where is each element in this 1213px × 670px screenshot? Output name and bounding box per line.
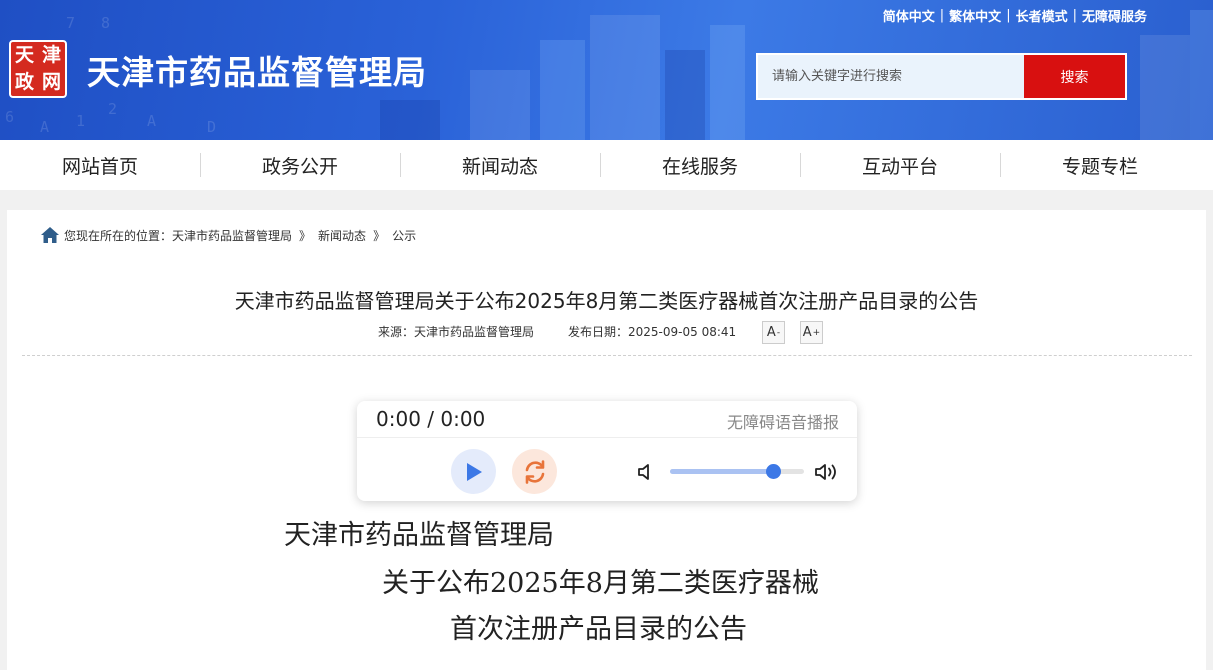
breadcrumb: 您现在所在的位置： 天津市药品监督管理局 》 新闻动态 》 公示 [40, 226, 416, 244]
banner-decoration [590, 15, 660, 140]
breadcrumb-item-news[interactable]: 新闻动态 [318, 227, 366, 244]
banner-decoration [665, 50, 705, 140]
nav-item-government-affairs[interactable]: 政务公开 [200, 140, 400, 190]
banner-decoration [1140, 35, 1190, 140]
logo-char: 政 [14, 71, 34, 93]
nav-item-news[interactable]: 新闻动态 [400, 140, 600, 190]
banner-digit: A [147, 112, 157, 130]
link-traditional-chinese[interactable]: 繁体中文 [949, 6, 1001, 25]
banner-digit: 8 [101, 14, 111, 32]
font-increase-button[interactable]: A + [800, 321, 823, 344]
volume-low-icon[interactable] [636, 462, 654, 482]
banner-decoration [710, 25, 745, 140]
breadcrumb-item-notice[interactable]: 公示 [392, 227, 416, 244]
audio-player: 0:00 / 0:00 无障碍语音播报 [357, 401, 857, 501]
player-title: 无障碍语音播报 [726, 413, 839, 432]
content-panel: 您现在所在的位置： 天津市药品监督管理局 》 新闻动态 》 公示 天津市药品监督… [7, 210, 1206, 670]
logo-char: 天 [14, 44, 34, 66]
banner-digit: A [40, 118, 50, 136]
font-increase-sign: + [812, 327, 821, 338]
search-box: 搜索 [756, 53, 1127, 100]
font-increase-label: A [802, 325, 812, 340]
home-icon [41, 227, 59, 243]
header-banner: 7 8 6 A 1 2 A D 天 津 政 网 天津市药品监督管理局 简体中文 … [0, 0, 1213, 140]
player-divider [357, 437, 857, 438]
play-icon [466, 462, 482, 481]
breadcrumb-separator: 》 [373, 228, 386, 243]
search-button[interactable]: 搜索 [1024, 55, 1125, 98]
banner-decoration [1190, 10, 1213, 140]
banner-digit: 2 [108, 100, 118, 118]
banner-digit: 7 [66, 14, 76, 32]
logo-char: 津 [41, 44, 61, 66]
volume-slider[interactable] [670, 464, 804, 479]
search-input[interactable] [758, 55, 1024, 98]
banner-digit: 6 [5, 108, 15, 126]
article-meta: 来源：天津市药品监督管理局 发布日期：2025-09-05 08:41 [378, 323, 736, 340]
divider [22, 355, 1192, 356]
article-date: 发布日期：2025-09-05 08:41 [568, 325, 737, 339]
breadcrumb-prefix: 您现在所在的位置： [64, 228, 173, 243]
link-accessibility[interactable]: 无障碍服务 [1082, 6, 1147, 25]
volume-fill [670, 469, 774, 474]
breadcrumb-item-home[interactable]: 天津市药品监督管理局 [172, 227, 292, 244]
article-title: 天津市药品监督管理局关于公布2025年8月第二类医疗器械首次注册产品目录的公告 [234, 289, 979, 313]
play-button[interactable] [451, 449, 496, 494]
nav-item-home[interactable]: 网站首页 [0, 140, 200, 190]
nav-item-interaction[interactable]: 互动平台 [800, 140, 1000, 190]
banner-decoration [380, 100, 440, 140]
font-decrease-button[interactable]: A- [762, 321, 785, 344]
site-title[interactable]: 天津市药品监督管理局 [87, 46, 427, 94]
link-elder-mode[interactable]: 长者模式 [1016, 6, 1068, 25]
font-decrease-label: A [766, 325, 776, 340]
banner-decoration [540, 40, 585, 140]
main-nav: 网站首页 政务公开 新闻动态 在线服务 互动平台 专题专栏 [0, 140, 1213, 190]
loop-icon [525, 459, 544, 484]
banner-digit: D [207, 118, 217, 136]
nav-item-online-service[interactable]: 在线服务 [600, 140, 800, 190]
banner-decoration [470, 70, 530, 140]
breadcrumb-separator: 》 [299, 228, 312, 243]
loop-button[interactable] [512, 449, 557, 494]
doc-heading-line-3: 首次注册产品目录的公告 [450, 614, 747, 645]
doc-heading-line-1: 天津市药品监督管理局 [284, 520, 554, 551]
article-source: 来源：天津市药品监督管理局 [378, 325, 535, 339]
separator: | [1006, 8, 1011, 23]
player-time: 0:00 / 0:00 [376, 407, 486, 431]
link-simplified-chinese[interactable]: 简体中文 [883, 6, 935, 25]
volume-high-icon[interactable] [814, 461, 840, 483]
banner-digit: 1 [76, 112, 86, 130]
separator: | [939, 8, 945, 23]
volume-knob[interactable] [766, 464, 782, 479]
doc-heading-line-2: 关于公布2025年8月第二类医疗器械 [382, 568, 819, 599]
nav-item-special-topics[interactable]: 专题专栏 [1000, 140, 1200, 190]
font-decrease-sign: - [776, 327, 781, 338]
separator: | [1072, 8, 1077, 23]
top-links: 简体中文 | 繁体中文 | 长者模式 | 无障碍服务 [883, 6, 1147, 25]
logo-char: 网 [41, 71, 61, 93]
site-logo[interactable]: 天 津 政 网 [9, 40, 67, 98]
